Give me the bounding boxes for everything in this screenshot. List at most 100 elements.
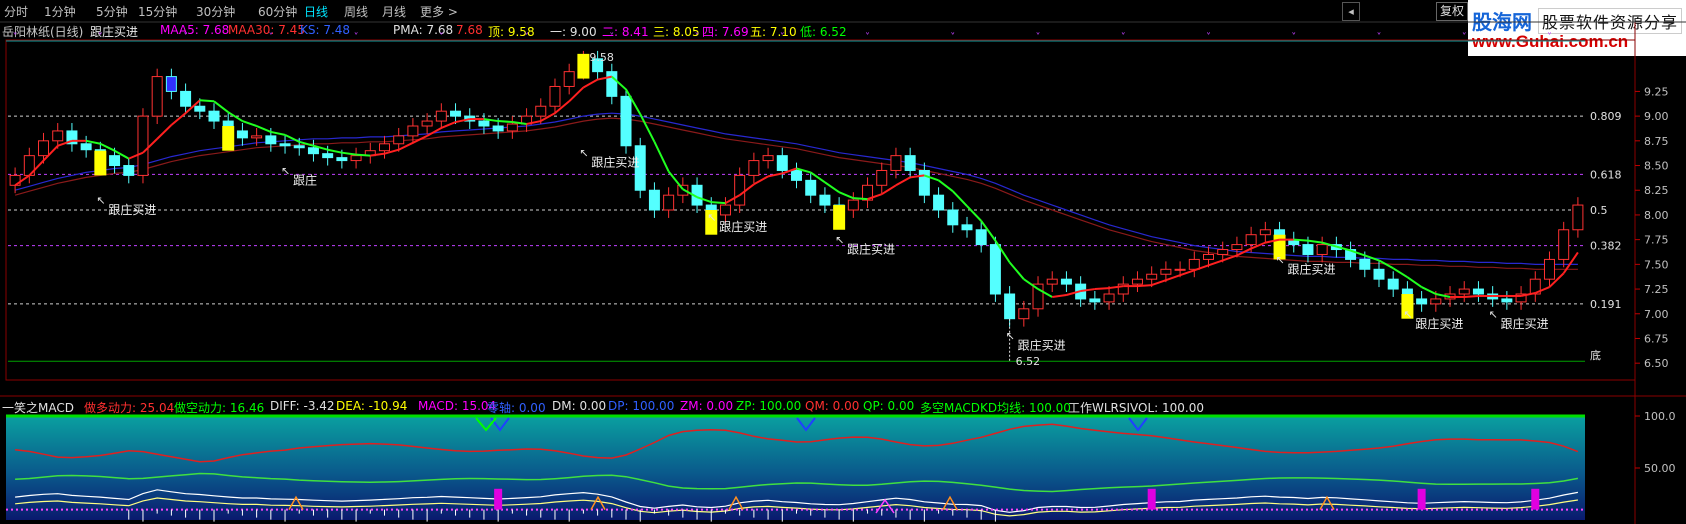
- candle-body: [620, 95, 632, 147]
- kline-chart[interactable]: ˅ ˅ ˅ ˅ ˅ ˅ ˅ ˅ ˅ ˅ ˅ ˅ ˅ ˅ ˅ ˅ ˅ ˅ ˅ 9.25 9.00 8.75 8.50 8.25 8…: [0, 0, 1686, 524]
- candle-body: [450, 110, 462, 117]
- price-axis-label: 9.25: [1644, 85, 1669, 98]
- maa5-seg: [440, 121, 456, 129]
- maa5-seg: [156, 124, 173, 140]
- candle-body: [1458, 288, 1470, 295]
- candle-body: [435, 110, 447, 122]
- maa5-seg: [1179, 269, 1195, 277]
- candle-body: [492, 125, 504, 132]
- candle-body: [180, 90, 192, 107]
- fib-label: 0.618: [1590, 168, 1622, 181]
- maa30-line: [14, 117, 1578, 270]
- price-axis-label: 7.25: [1644, 283, 1669, 296]
- maa5-seg: [1151, 279, 1167, 287]
- candle-body: [307, 147, 319, 155]
- buy-bar: [94, 150, 107, 176]
- maa5-seg: [213, 100, 229, 113]
- candle-body: [350, 155, 362, 162]
- candle-body: [1558, 229, 1570, 260]
- signal-arrow: ↖: [707, 211, 716, 224]
- candle-body: [776, 155, 788, 171]
- fib-label: 0.5: [1590, 204, 1608, 217]
- candle-body: [421, 120, 433, 127]
- candle-body: [165, 76, 177, 92]
- maa5-seg: [1094, 287, 1110, 291]
- sub-magenta-bar: [1417, 488, 1426, 510]
- sub-magenta-bar: [494, 488, 503, 510]
- candle-body: [663, 194, 675, 211]
- cycle-tick: ˅: [1121, 31, 1126, 43]
- cycle-tick: ˅: [1462, 31, 1467, 43]
- candle-body: [904, 155, 916, 171]
- candle-body: [336, 157, 348, 162]
- signal-arrow: ↖: [96, 194, 105, 207]
- signal-arrow: ↖: [835, 234, 844, 247]
- candle-body: [606, 71, 618, 97]
- signal-arrow: ↖: [1403, 308, 1412, 321]
- candle-body: [1060, 278, 1072, 285]
- price-axis-label: 9.00: [1644, 110, 1669, 123]
- price-axis-label: 6.50: [1644, 357, 1669, 370]
- cycle-tick: ˅: [865, 31, 870, 43]
- maa5-seg: [1293, 238, 1309, 242]
- candle-body: [734, 174, 746, 206]
- candle-body: [876, 169, 888, 186]
- maa5-seg: [1464, 294, 1479, 298]
- maa5-seg: [824, 181, 840, 194]
- candle-body: [762, 155, 774, 162]
- low-label: 6.52: [1016, 355, 1041, 368]
- maa5-seg: [838, 191, 854, 200]
- maa5-seg: [1208, 259, 1224, 267]
- candle-body: [975, 229, 987, 246]
- candle-body: [847, 199, 859, 211]
- signal-arrow: ↖: [579, 147, 588, 160]
- fib-label: 0.809: [1590, 110, 1622, 123]
- candle-body: [1160, 268, 1172, 275]
- maa5-seg: [568, 86, 585, 103]
- candle-body: [1146, 273, 1158, 280]
- signal-label: 跟庄: [293, 172, 317, 187]
- maa5-seg: [711, 201, 726, 205]
- buy-bar: [577, 53, 590, 79]
- candle-body: [1174, 268, 1186, 271]
- signal-arrow: ↖: [1006, 330, 1015, 343]
- candle-body: [1416, 298, 1428, 305]
- cycle-tick: ˅: [1036, 31, 1041, 43]
- candle-body: [989, 244, 1001, 295]
- signal-label: 跟庄买进: [108, 202, 156, 217]
- cycle-tick: ˅: [1376, 31, 1381, 43]
- signal-arrow: ↖: [1489, 308, 1498, 321]
- price-axis-label: 7.00: [1644, 308, 1669, 321]
- price-axis-label: 7.50: [1644, 258, 1669, 271]
- candle-body: [933, 194, 945, 211]
- candle-body: [194, 105, 206, 112]
- cycle-tick: ˅: [439, 31, 444, 43]
- candle-body: [251, 135, 263, 139]
- candle-body: [1131, 278, 1143, 285]
- fib-label: 0.382: [1590, 240, 1622, 253]
- maa5-seg: [327, 148, 343, 154]
- candle-body: [1188, 258, 1200, 270]
- maa5-seg: [256, 125, 272, 133]
- maa5-seg: [1165, 274, 1181, 282]
- price-axis-label: 8.50: [1644, 160, 1669, 173]
- sub-axis-label: 100.0: [1644, 410, 1676, 423]
- candle-body: [1089, 298, 1101, 303]
- candle-body: [52, 130, 64, 142]
- candle-body: [719, 204, 731, 216]
- maa5-seg: [1137, 284, 1152, 288]
- candle-body: [549, 85, 561, 107]
- candle-body: [1387, 278, 1399, 290]
- candle-body: [947, 209, 959, 226]
- cycle-tick: ˅: [1547, 31, 1552, 43]
- candle-body: [208, 110, 220, 122]
- candle-body: [322, 153, 334, 159]
- cycle-tick: ˅: [13, 31, 18, 43]
- maa5-seg: [199, 99, 215, 103]
- candle-body: [378, 143, 390, 152]
- candle-body: [918, 169, 930, 196]
- candle-body: [1203, 253, 1215, 260]
- maa5-seg: [853, 197, 868, 201]
- candle-body: [1501, 298, 1513, 303]
- cycle-tick: ˅: [1291, 31, 1296, 43]
